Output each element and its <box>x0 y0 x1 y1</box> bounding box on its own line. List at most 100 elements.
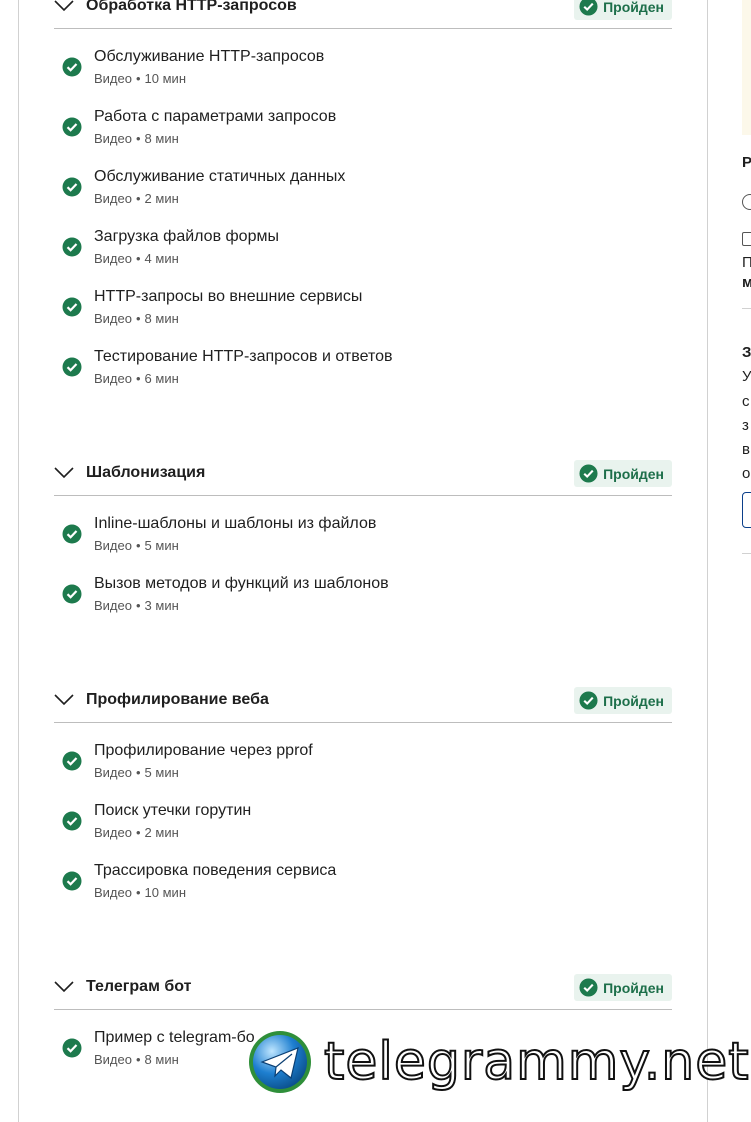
module-section: Профилирование веба Пройден Профилирован… <box>54 682 672 921</box>
separator-dot: • <box>135 71 141 86</box>
lesson-title[interactable]: Поиск утечки горутин <box>94 802 251 820</box>
lesson-type: Видео <box>94 371 132 386</box>
lesson-item[interactable]: Обслуживание статичных данных Видео • 2 ми… <box>54 167 672 227</box>
check-circle-icon <box>62 297 82 317</box>
status-badge-label: Пройден <box>603 465 664 482</box>
separator-dot: • <box>135 538 141 553</box>
module-header[interactable]: Шаблонизация Пройден <box>54 455 672 496</box>
check-circle-icon <box>62 237 82 257</box>
status-badge: Пройден <box>574 687 672 714</box>
lesson-duration: 2 мин <box>144 825 179 840</box>
lesson-meta: Видео • 3 мин <box>94 598 179 613</box>
lesson-meta: Видео • 8 мин <box>94 1052 179 1067</box>
lesson-title[interactable]: Работа с параметрами запросов <box>94 108 336 126</box>
module-header[interactable]: Профилирование веба Пройден <box>54 682 672 723</box>
sidebar-checkbox[interactable] <box>742 232 751 246</box>
sidebar-heading-fragment: З <box>742 344 751 361</box>
module-title: Обработка HTTP-запросов <box>86 0 297 14</box>
lesson-item[interactable]: Загрузка файлов формы Видео • 4 мин <box>54 227 672 287</box>
status-badge-label: Пройден <box>603 692 664 709</box>
check-circle-icon <box>62 871 82 891</box>
lesson-title[interactable]: HTTP-запросы во внешние сервисы <box>94 288 362 306</box>
lesson-type: Видео <box>94 1052 132 1067</box>
lesson-duration: 10 мин <box>144 885 186 900</box>
lesson-type: Видео <box>94 191 132 206</box>
status-badge: Пройден <box>574 460 672 487</box>
info-icon[interactable] <box>742 194 751 210</box>
lesson-type: Видео <box>94 538 132 553</box>
lesson-type: Видео <box>94 71 132 86</box>
lesson-list: Профилирование через pprof Видео • 5 мин П… <box>54 723 672 921</box>
sidebar-promo-card <box>742 0 751 135</box>
module-title: Профилирование веба <box>86 691 269 708</box>
lesson-title[interactable]: Пример с telegram-бо <box>94 1029 255 1047</box>
sidebar-text-fragment: з <box>742 417 749 434</box>
lesson-title[interactable]: Inline-шаблоны и шаблоны из файлов <box>94 515 376 533</box>
lesson-duration: 6 мин <box>144 371 179 386</box>
sidebar-heading-fragment: Р <box>742 154 751 171</box>
lesson-type: Видео <box>94 311 132 326</box>
lesson-duration: 5 мин <box>144 765 179 780</box>
separator-dot: • <box>135 191 141 206</box>
module-header[interactable]: Телеграм бот Пройден <box>54 969 672 1010</box>
separator-dot: • <box>135 251 141 266</box>
lesson-item[interactable]: Тестирование HTTP-запросов и ответов Вид… <box>54 347 672 407</box>
sidebar-text-fragment: м <box>742 274 751 291</box>
lesson-item[interactable]: Поиск утечки горутин Видео • 2 мин <box>54 801 672 861</box>
lesson-title[interactable]: Загрузка файлов формы <box>94 228 279 246</box>
lesson-meta: Видео • 5 мин <box>94 765 179 780</box>
lesson-item[interactable]: Обслуживание HTTP-запросов Видео • 10 мин <box>54 47 672 107</box>
telegram-logo-icon <box>249 1031 311 1093</box>
separator-dot: • <box>135 598 141 613</box>
check-circle-icon <box>579 978 598 997</box>
sidebar-text-fragment: о <box>742 465 751 482</box>
lesson-title[interactable]: Обслуживание HTTP-запросов <box>94 48 324 66</box>
chevron-down-icon[interactable] <box>54 0 74 12</box>
lesson-title[interactable]: Трассировка поведения сервиса <box>94 862 336 880</box>
status-badge: Пройден <box>574 0 672 20</box>
lesson-title[interactable]: Профилирование через pprof <box>94 742 313 760</box>
sidebar-action-button[interactable] <box>742 492 751 528</box>
module-title: Шаблонизация <box>86 464 206 481</box>
check-circle-icon <box>62 357 82 377</box>
lesson-title[interactable]: Тестирование HTTP-запросов и ответов <box>94 348 392 366</box>
lesson-duration: 8 мин <box>144 131 179 146</box>
check-circle-icon <box>62 584 82 604</box>
lesson-title[interactable]: Обслуживание статичных данных <box>94 168 345 186</box>
chevron-down-icon[interactable] <box>54 981 74 993</box>
module-title: Телеграм бот <box>86 978 192 995</box>
chevron-down-icon[interactable] <box>54 467 74 479</box>
lesson-meta: Видео • 2 мин <box>94 191 179 206</box>
check-circle-icon <box>62 524 82 544</box>
check-circle-icon <box>62 177 82 197</box>
lesson-item[interactable]: Вызов методов и функций из шаблонов Виде… <box>54 574 672 634</box>
check-circle-icon <box>62 811 82 831</box>
lesson-meta: Видео • 2 мин <box>94 825 179 840</box>
separator-dot: • <box>135 1052 141 1067</box>
sidebar-divider <box>742 308 751 309</box>
lesson-item[interactable]: Inline-шаблоны и шаблоны из файлов Видео… <box>54 514 672 574</box>
sidebar-divider <box>742 553 751 554</box>
module-header[interactable]: Обработка HTTP-запросов Пройден <box>54 0 672 29</box>
check-circle-icon <box>62 57 82 77</box>
lesson-type: Видео <box>94 765 132 780</box>
status-badge: Пройден <box>574 974 672 1001</box>
watermark: telegrammy.net <box>248 1030 750 1094</box>
lesson-meta: Видео • 8 мин <box>94 311 179 326</box>
lesson-title[interactable]: Вызов методов и функций из шаблонов <box>94 575 389 593</box>
separator-dot: • <box>135 371 141 386</box>
chevron-down-icon[interactable] <box>54 694 74 706</box>
lesson-item[interactable]: Работа с параметрами запросов Видео • 8 ми… <box>54 107 672 167</box>
separator-dot: • <box>135 131 141 146</box>
separator-dot: • <box>135 765 141 780</box>
lesson-meta: Видео • 5 мин <box>94 538 179 553</box>
lesson-duration: 3 мин <box>144 598 179 613</box>
sidebar-text-fragment: П <box>742 254 751 271</box>
lesson-item[interactable]: HTTP-запросы во внешние сервисы Видео • 8 … <box>54 287 672 347</box>
lesson-list: Обслуживание HTTP-запросов Видео • 10 мин … <box>54 29 672 407</box>
lesson-duration: 2 мин <box>144 191 179 206</box>
lesson-type: Видео <box>94 598 132 613</box>
lesson-meta: Видео • 6 мин <box>94 371 179 386</box>
lesson-item[interactable]: Трассировка поведения сервиса Видео • 10 м… <box>54 861 672 921</box>
lesson-item[interactable]: Профилирование через pprof Видео • 5 мин <box>54 741 672 801</box>
